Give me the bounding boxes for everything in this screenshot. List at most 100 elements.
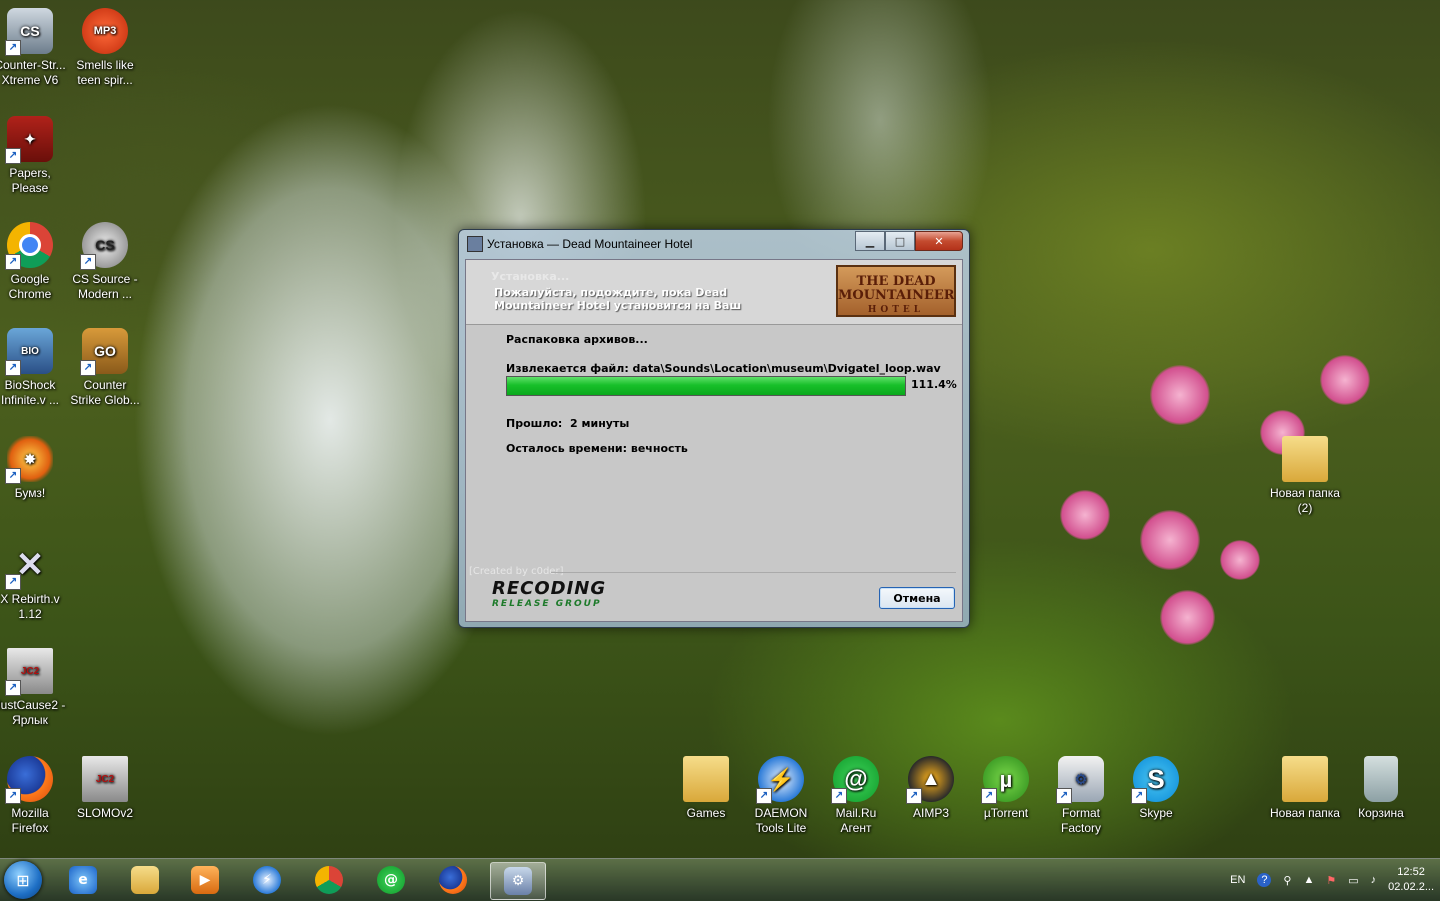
desktop-icon-label: Mail.Ru Агент — [835, 806, 877, 835]
desktop-icon-label: Smells like teen spir... — [76, 58, 134, 87]
help-icon[interactable]: ? — [1257, 873, 1272, 887]
desktop-icon-label: SLOMOv2 — [76, 806, 133, 820]
folder-icon — [1282, 756, 1328, 802]
taskbar-mailru-agent[interactable]: @ — [364, 862, 418, 898]
folder-icon — [683, 756, 729, 802]
desktop-icon-justcause2[interactable]: JC2 ↗ JustCause2 - Ярлык — [0, 648, 68, 728]
taskbar-explorer[interactable] — [118, 862, 172, 898]
chrome-icon — [315, 866, 343, 894]
desktop-icon-mailru-agent[interactable]: @ ↗ Mail.Ru Агент — [818, 756, 894, 836]
desktop-icon-daemon-tools[interactable]: ⚡ ↗ DAEMON Tools Lite — [743, 756, 819, 836]
installer-client: Установка... Пожалуйста, подождите, пока… — [465, 259, 963, 622]
taskbar-installer[interactable]: ⚙ — [490, 862, 546, 900]
title-bar[interactable]: Установка — Dead Mountaineer Hotel ▁ □ ✕ — [459, 230, 969, 258]
taskbar-daemon-tools[interactable]: ⚡ — [240, 862, 294, 898]
recycle-bin-icon — [1364, 756, 1398, 802]
start-button[interactable]: ⊞ — [4, 861, 42, 899]
taskbar-ie[interactable]: e — [56, 862, 110, 898]
maximize-button[interactable]: □ — [885, 231, 915, 251]
desktop-icon-chrome[interactable]: ↗ Google Chrome — [0, 222, 68, 302]
desktop-icon-label: Новая папка (2) — [1270, 486, 1340, 515]
mailru-agent-icon: @ — [377, 866, 405, 894]
remaining-value: вечность — [630, 442, 688, 455]
elapsed-value: 2 минуты — [570, 417, 630, 430]
desktop-icon-utorrent[interactable]: µ ↗ µTorrent — [968, 756, 1044, 821]
desktop-icon-label: Skype — [1139, 806, 1173, 820]
installer-icon: ⚙ — [504, 867, 532, 895]
firefox-icon: ↗ — [5, 756, 53, 804]
desktop-icon-mp3[interactable]: MP3 Smells like teen spir... — [67, 8, 143, 88]
desktop-icon-label: Новая папка — [1270, 806, 1340, 820]
chrome-icon: ↗ — [5, 222, 53, 270]
firefox-icon — [439, 866, 467, 894]
installer-icon — [467, 236, 483, 252]
remaining-label: Осталось времени: — [506, 442, 628, 455]
desktop-icon-slomo[interactable]: JC2 SLOMOv2 — [67, 756, 143, 821]
recoding-logo: RECODING RELEASE GROUP — [492, 578, 632, 616]
brand-sub: RELEASE GROUP — [492, 599, 602, 609]
desktop-icon-label: µTorrent — [983, 806, 1029, 820]
desktop-icon-label: Papers, Please — [9, 166, 51, 195]
bumz-icon: ✸ ↗ — [5, 436, 53, 484]
desktop-icon-bumz[interactable]: ✸ ↗ Бумз! — [0, 436, 68, 501]
desktop-icon-csgo[interactable]: GO ↗ Counter Strike Glob... — [67, 328, 143, 408]
internet-explorer-icon: e — [69, 866, 97, 894]
desktop-icon-new-folder-2[interactable]: Новая папка (2) — [1267, 436, 1343, 516]
daemon-tools-icon: ⚡ ↗ — [756, 756, 804, 804]
close-button[interactable]: ✕ — [915, 231, 963, 251]
logo-sub: HOTEL — [867, 305, 925, 315]
status-text: Распаковка архивов... — [506, 333, 648, 346]
desktop-icon-counter-strike[interactable]: CS ↗ Counter-Str... Xtreme V6 — [0, 8, 68, 88]
taskbar-firefox[interactable] — [426, 862, 480, 898]
desktop-icon-label: Бумз! — [14, 486, 46, 500]
network-icon[interactable]: ▭ — [1348, 874, 1358, 887]
system-tray: EN ? ⚲ ▲ ⚑ ▭ ♪ 12:52 02.02.2... — [1224, 859, 1440, 901]
taskbar-chrome[interactable] — [302, 862, 356, 898]
desktop-icon-skype[interactable]: S ↗ Skype — [1118, 756, 1194, 821]
justcause2-icon: JC2 ↗ — [5, 648, 53, 696]
desktop-icon-label: Games — [686, 806, 726, 820]
desktop-icon-label: CS Source - Modern ... — [72, 272, 138, 301]
clock-date: 02.02.2... — [1388, 881, 1434, 893]
csgo-icon: GO ↗ — [80, 328, 128, 376]
counter-strike-icon: CS ↗ — [5, 8, 53, 56]
desktop-icon-format-factory[interactable]: ⚙ ↗ Format Factory — [1043, 756, 1119, 836]
taskbar-media-player[interactable]: ▶ — [178, 862, 232, 898]
aimp-icon: ▲ ↗ — [906, 756, 954, 804]
desktop-icon-label: DAEMON Tools Lite — [754, 806, 808, 835]
desktop-icon-cs-source[interactable]: CS ↗ CS Source - Modern ... — [67, 222, 143, 302]
progress-bar — [506, 376, 906, 396]
desktop-icon-new-folder[interactable]: Новая папка — [1267, 756, 1343, 821]
x-rebirth-icon: ✕ ↗ — [5, 542, 53, 590]
volume-icon[interactable]: ♪ — [1371, 874, 1377, 886]
show-hidden-icons-icon[interactable]: ▲ — [1303, 874, 1314, 886]
utorrent-icon: µ ↗ — [981, 756, 1029, 804]
action-center-icon[interactable]: ⚑ — [1326, 874, 1336, 887]
clock-time: 12:52 — [1397, 866, 1425, 878]
desktop-icon-games[interactable]: Games — [668, 756, 744, 821]
explorer-icon — [131, 866, 159, 894]
desktop-icon-recycle-bin[interactable]: Корзина — [1343, 756, 1419, 821]
game-logo: THE DEAD MOUNTAINEER HOTEL — [836, 265, 956, 317]
desktop-icon-label: BioShock Infinite.v ... — [0, 378, 60, 407]
desktop-icon-firefox[interactable]: ↗ Mozilla Firefox — [0, 756, 68, 836]
credit-text: [Created by c0der] — [469, 566, 564, 577]
clock[interactable]: 12:52 02.02.2... — [1388, 865, 1434, 895]
desktop-icon-label: Counter Strike Glob... — [70, 378, 140, 407]
cancel-button[interactable]: Отмена — [879, 587, 955, 609]
taskbar: ⊞ e ▶ ⚡ @ ⚙ EN ? ⚲ ▲ ⚑ ▭ ♪ 12:52 02.02.2… — [0, 858, 1440, 901]
format-factory-icon: ⚙ ↗ — [1056, 756, 1104, 804]
logo-text: THE DEAD MOUNTAINEER — [838, 274, 955, 303]
desktop-icon-bioshock[interactable]: BIO ↗ BioShock Infinite.v ... — [0, 328, 68, 408]
desktop-icon-label: Counter-Str... Xtreme V6 — [0, 58, 66, 87]
papers-please-icon: ✦ ↗ — [5, 116, 53, 164]
desktop-icon-x-rebirth[interactable]: ✕ ↗ X Rebirth.v 1.12 — [0, 542, 68, 622]
minimize-button[interactable]: ▁ — [855, 231, 885, 251]
desktop-icon-aimp[interactable]: ▲ ↗ AIMP3 — [893, 756, 969, 821]
desktop-icon-papers-please[interactable]: ✦ ↗ Papers, Please — [0, 116, 68, 196]
language-indicator[interactable]: EN — [1230, 874, 1245, 886]
installer-window[interactable]: Установка — Dead Mountaineer Hotel ▁ □ ✕… — [458, 229, 970, 628]
folder-icon — [1282, 436, 1328, 482]
elapsed-label: Прошло: — [506, 417, 563, 430]
tray-settings-icon[interactable]: ⚲ — [1283, 874, 1291, 887]
